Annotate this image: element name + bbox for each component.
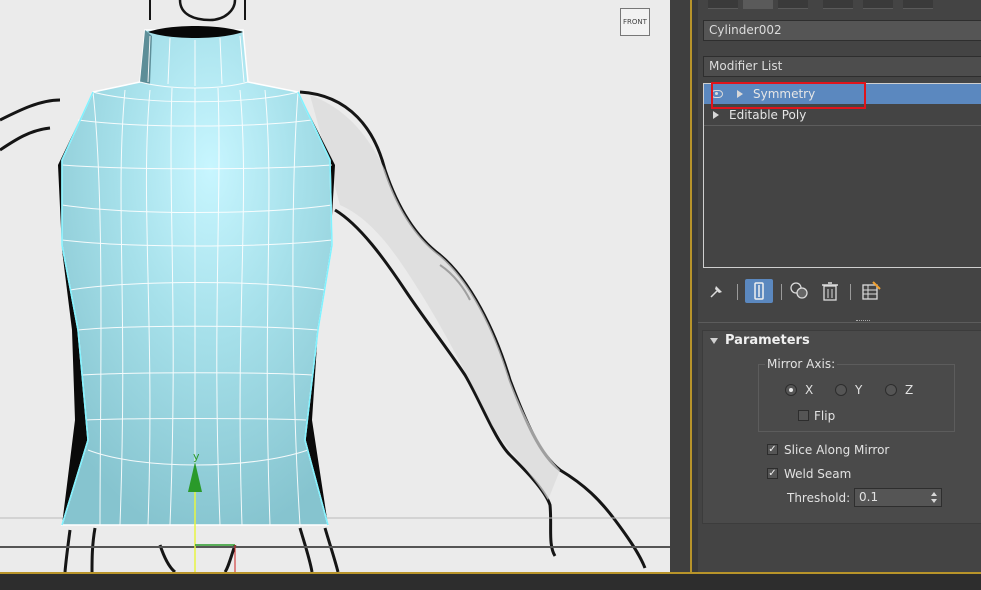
modifier-list-label: Modifier List	[709, 59, 783, 73]
flip-label: Flip	[814, 409, 836, 423]
axis-x-label: X	[805, 383, 814, 397]
slice-along-mirror-label: Slice Along Mirror	[784, 443, 890, 457]
axis-y-label: Y	[855, 383, 863, 397]
axis-y-radio[interactable]	[835, 384, 847, 396]
front-viewport[interactable]: y FRONT	[0, 0, 670, 572]
view-cube-label: FRONT	[623, 18, 647, 26]
hierarchy-tab[interactable]	[778, 0, 808, 9]
object-name-field[interactable]: Cylinder002	[703, 20, 981, 41]
axis-z-label: Z	[905, 383, 914, 397]
remove-modifier-icon[interactable]	[819, 280, 841, 302]
modifier-stack[interactable]: Symmetry Editable Poly	[703, 83, 981, 268]
show-end-result-icon[interactable]	[745, 279, 773, 303]
panel-divider	[698, 322, 981, 323]
display-tab[interactable]	[863, 0, 893, 9]
axis-z-radio[interactable]	[885, 384, 897, 396]
collapse-arrow-icon[interactable]	[710, 338, 718, 344]
create-tab[interactable]	[708, 0, 738, 9]
mirror-axis-label: Mirror Axis:	[765, 357, 838, 371]
command-panel-tabs	[698, 0, 981, 10]
threshold-value: 0.1	[859, 490, 879, 504]
motion-tab[interactable]	[823, 0, 853, 9]
slice-along-mirror-checkbox[interactable]: ✓	[767, 444, 778, 455]
mirror-axis-group	[758, 364, 955, 432]
modifier-list-dropdown[interactable]: Modifier List	[703, 56, 981, 77]
rollout-title[interactable]: Parameters	[725, 333, 810, 348]
expand-arrow-icon[interactable]	[713, 111, 719, 119]
status-bar	[0, 572, 981, 590]
toolbar-separator	[737, 284, 738, 300]
highlight-box	[711, 82, 866, 109]
divider-grip[interactable]	[856, 320, 870, 324]
viewport-divider	[670, 0, 692, 572]
viewport-scene: y	[0, 0, 670, 572]
modify-tab[interactable]	[743, 0, 773, 9]
toolbar-separator	[781, 284, 782, 300]
threshold-spinner[interactable]: 0.1	[854, 488, 942, 507]
flip-checkbox[interactable]	[798, 410, 809, 421]
object-name: Cylinder002	[709, 23, 782, 37]
view-cube[interactable]: FRONT	[620, 8, 650, 36]
threshold-label: Threshold:	[787, 491, 851, 505]
gizmo-y-label: y	[193, 450, 200, 463]
spinner-up-icon[interactable]	[931, 492, 937, 496]
configure-modifier-sets-icon[interactable]	[860, 280, 882, 302]
spinner-down-icon[interactable]	[931, 499, 937, 503]
pin-stack-icon[interactable]	[706, 280, 728, 302]
toolbar-separator	[850, 284, 851, 300]
utilities-tab[interactable]	[903, 0, 933, 9]
weld-seam-label: Weld Seam	[784, 467, 852, 481]
make-unique-icon[interactable]	[788, 280, 810, 302]
weld-seam-checkbox[interactable]: ✓	[767, 468, 778, 479]
axis-x-radio[interactable]	[785, 384, 797, 396]
